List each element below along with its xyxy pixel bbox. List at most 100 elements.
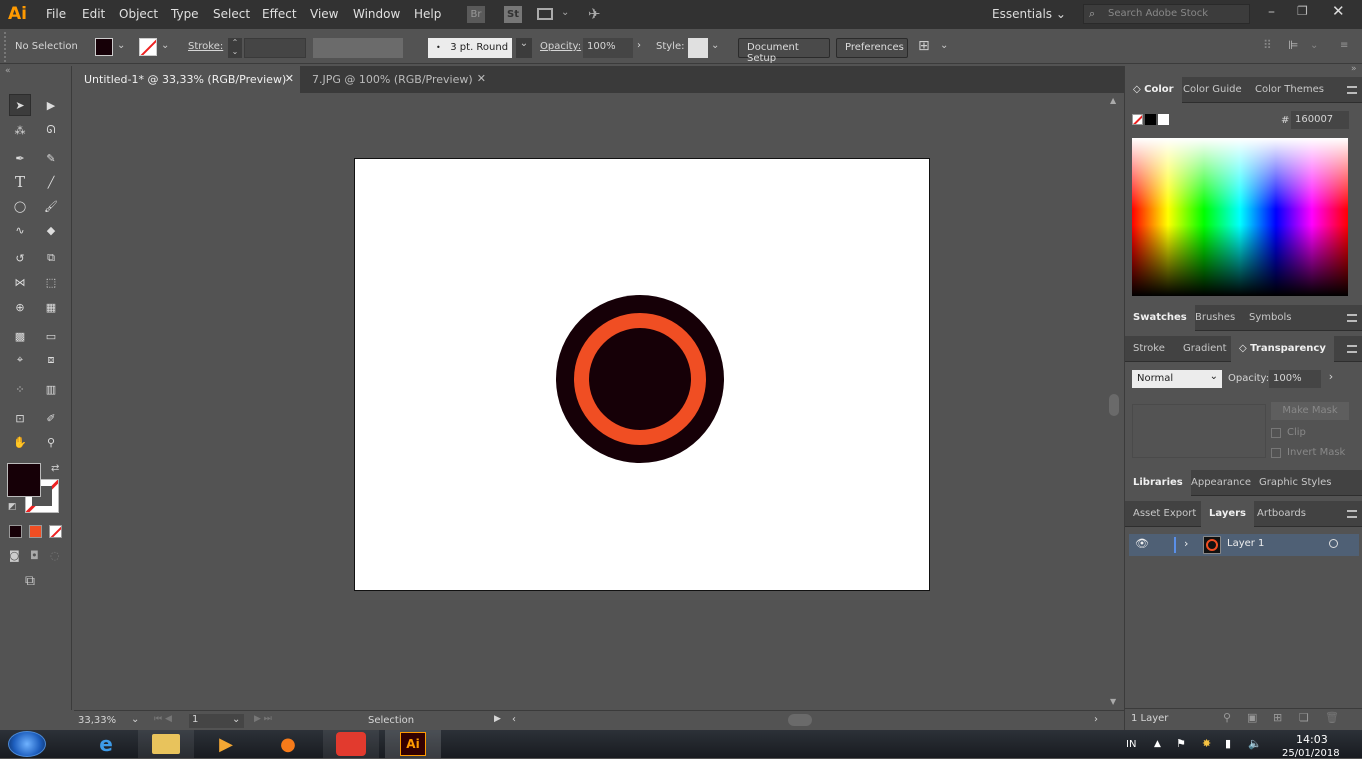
draw-behind-icon[interactable]: ◘ bbox=[30, 549, 39, 562]
network-icon[interactable]: ✸ bbox=[1202, 737, 1211, 750]
tab-brushes[interactable]: Brushes bbox=[1187, 305, 1243, 331]
action-center-flag-icon[interactable]: ⚑ bbox=[1176, 737, 1186, 750]
gradient-mode-icon[interactable] bbox=[29, 525, 42, 538]
mesh-tool-icon[interactable]: ▩ bbox=[9, 325, 31, 347]
transform-icon[interactable]: ⊫ bbox=[1288, 38, 1298, 52]
new-layer-icon[interactable]: ❏ bbox=[1299, 711, 1309, 724]
file-explorer-icon[interactable] bbox=[138, 730, 194, 758]
hex-input[interactable]: 160007 bbox=[1291, 111, 1349, 129]
panel-menu-icon[interactable]: ≡ bbox=[1340, 40, 1348, 51]
brush-definition[interactable]: • 3 pt. Round bbox=[428, 38, 512, 58]
tab-appearance[interactable]: Appearance bbox=[1183, 470, 1259, 496]
chevron-down-icon[interactable]: ⌄ bbox=[561, 7, 569, 18]
firefox-icon[interactable]: ● bbox=[260, 730, 316, 758]
graphic-style-swatch[interactable] bbox=[688, 38, 708, 58]
restore-button[interactable]: ❐ bbox=[1297, 4, 1308, 18]
stock-button[interactable]: St bbox=[504, 6, 522, 23]
collapse-icon[interactable]: » bbox=[1351, 64, 1357, 74]
tab-layers[interactable]: Layers bbox=[1201, 501, 1254, 527]
chevron-down-icon[interactable]: ⌄ bbox=[940, 40, 948, 51]
status-menu-icon[interactable]: ▶ bbox=[494, 714, 501, 724]
perspective-grid-tool-icon[interactable]: ▦ bbox=[40, 296, 62, 318]
tab-stroke[interactable]: Stroke bbox=[1125, 336, 1173, 362]
preferences-button[interactable]: Preferences bbox=[836, 38, 908, 58]
trash-icon[interactable]: 🗑 bbox=[1325, 711, 1339, 724]
screen-mode-icon[interactable]: ⧉ bbox=[25, 573, 35, 589]
canvas-area[interactable] bbox=[74, 94, 1106, 710]
chevron-right-icon[interactable]: › bbox=[637, 40, 641, 51]
color-mode-icon[interactable] bbox=[9, 525, 22, 538]
tab-swatches[interactable]: Swatches bbox=[1125, 305, 1195, 331]
color-spectrum[interactable] bbox=[1132, 138, 1348, 296]
battery-icon[interactable]: ▮ bbox=[1225, 737, 1231, 750]
menu-view[interactable]: View bbox=[310, 7, 338, 21]
hand-tool-icon[interactable]: ✋ bbox=[9, 431, 31, 453]
chevron-down-icon[interactable]: ⌄ bbox=[161, 40, 169, 51]
scroll-up-icon[interactable]: ▲ bbox=[1110, 96, 1116, 105]
column-graph-tool-icon[interactable]: ▥ bbox=[40, 378, 62, 400]
tab-graphic-styles[interactable]: Graphic Styles bbox=[1251, 470, 1339, 496]
tab-artboards[interactable]: Artboards bbox=[1249, 501, 1314, 527]
menu-select[interactable]: Select bbox=[213, 7, 250, 21]
align-icon[interactable]: ⠿ bbox=[1263, 38, 1272, 52]
eye-icon[interactable]: 👁 bbox=[1135, 537, 1149, 550]
scroll-down-icon[interactable]: ▼ bbox=[1110, 697, 1116, 706]
locate-object-icon[interactable]: ⚲ bbox=[1223, 711, 1231, 724]
menu-window[interactable]: Window bbox=[353, 7, 400, 21]
scroll-right-icon[interactable]: › bbox=[1094, 714, 1098, 725]
workspace-switcher[interactable]: Essentials ⌄ bbox=[992, 7, 1066, 21]
new-sublayer-icon[interactable]: ⊞ bbox=[1273, 711, 1282, 724]
select-similar-icon[interactable]: ⊞ bbox=[918, 38, 930, 54]
lasso-tool-icon[interactable]: ᘏ bbox=[40, 119, 62, 141]
grip-icon[interactable] bbox=[4, 32, 8, 62]
blend-mode-select[interactable]: Normal ⌄ bbox=[1132, 370, 1222, 388]
scroll-left-icon[interactable]: ‹ bbox=[512, 714, 516, 725]
clock-date[interactable]: 25/01/2018 bbox=[1282, 748, 1340, 759]
transparency-opacity-input[interactable]: 100% bbox=[1269, 370, 1321, 388]
artboard-nav-first-icon[interactable]: ⏮ ◀ bbox=[154, 714, 172, 724]
artboard[interactable] bbox=[354, 158, 930, 591]
symbol-sprayer-tool-icon[interactable]: ⁘ bbox=[9, 378, 31, 400]
stroke-swatch[interactable] bbox=[139, 38, 157, 56]
stroke-stepper[interactable]: ⌃ ⌄ bbox=[228, 38, 242, 58]
swap-colors-icon[interactable]: ⇄ bbox=[51, 463, 59, 474]
clock-time[interactable]: 14:03 bbox=[1296, 733, 1328, 746]
chevron-down-icon[interactable]: ⌄ bbox=[232, 714, 240, 725]
magic-wand-tool-icon[interactable]: ⁂ bbox=[9, 119, 31, 141]
fill-swatch[interactable] bbox=[95, 38, 113, 56]
internet-explorer-icon[interactable]: e bbox=[78, 730, 134, 758]
make-mask-button[interactable]: Make Mask bbox=[1271, 402, 1349, 420]
start-button[interactable] bbox=[8, 731, 46, 757]
tab-untitled-1[interactable]: Untitled-1* @ 33,33% (RGB/Preview) ✕ bbox=[74, 66, 300, 93]
gradient-tool-icon[interactable]: ▭ bbox=[40, 325, 62, 347]
collapse-icon[interactable]: « bbox=[5, 66, 11, 76]
tab-libraries[interactable]: Libraries bbox=[1125, 470, 1191, 496]
clip-checkbox[interactable] bbox=[1271, 428, 1281, 438]
tab-7-jpg[interactable]: 7.JPG @ 100% (RGB/Preview) ✕ bbox=[302, 66, 492, 93]
width-tool-icon[interactable]: ⋈ bbox=[9, 271, 31, 293]
menu-help[interactable]: Help bbox=[414, 7, 441, 21]
show-hidden-icons[interactable]: ▲ bbox=[1154, 739, 1161, 749]
scale-tool-icon[interactable]: ⧉ bbox=[40, 247, 62, 269]
target-icon[interactable] bbox=[1329, 539, 1338, 548]
draw-inside-icon[interactable]: ◌ bbox=[50, 549, 60, 562]
layer-row[interactable]: 👁 › Layer 1 bbox=[1129, 534, 1359, 556]
black-swatch[interactable] bbox=[1145, 114, 1156, 125]
paintbrush-tool-icon[interactable]: 🖌 bbox=[40, 195, 62, 217]
default-colors-icon[interactable]: ◩ bbox=[8, 502, 17, 512]
zoom-level[interactable]: 33,33% bbox=[78, 715, 116, 726]
opacity-input[interactable]: 100% bbox=[583, 38, 633, 58]
artboard-tool-icon[interactable]: ⊡ bbox=[9, 407, 31, 429]
document-setup-button[interactable]: Document Setup bbox=[738, 38, 830, 64]
rotate-tool-icon[interactable]: ↺ bbox=[9, 247, 31, 269]
tab-asset-export[interactable]: Asset Export bbox=[1125, 501, 1204, 527]
language-indicator[interactable]: IN bbox=[1126, 739, 1136, 750]
stroke-weight-input[interactable] bbox=[244, 38, 306, 58]
panel-menu-icon[interactable] bbox=[1347, 86, 1357, 94]
volume-icon[interactable]: 🔈 bbox=[1248, 737, 1262, 750]
minimize-button[interactable]: – bbox=[1268, 4, 1275, 20]
chevron-down-icon[interactable]: ⌄ bbox=[117, 40, 125, 51]
panel-menu-icon[interactable] bbox=[1347, 314, 1357, 322]
direct-selection-tool-icon[interactable]: ▶ bbox=[40, 94, 62, 116]
chevron-down-icon[interactable]: ⌄ bbox=[711, 40, 719, 51]
